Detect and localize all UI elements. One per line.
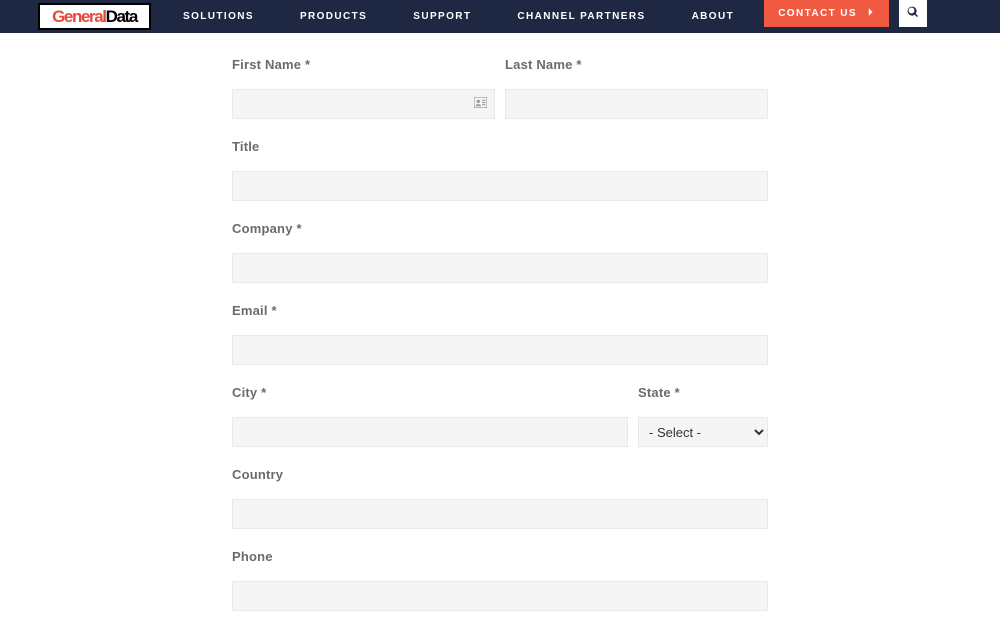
nav-products[interactable]: PRODUCTS <box>300 11 367 22</box>
form: First Name * Last Name * Title Company *… <box>230 57 770 611</box>
first-name-label: First Name * <box>232 57 495 72</box>
last-name-label: Last Name * <box>505 57 768 72</box>
search-icon <box>907 5 919 23</box>
email-group: Email * <box>232 303 768 365</box>
first-name-group: First Name * <box>232 57 495 119</box>
last-name-group: Last Name * <box>505 57 768 119</box>
logo-part2: Data <box>106 8 137 25</box>
company-group: Company * <box>232 221 768 283</box>
state-group: State * - Select - <box>638 385 768 447</box>
phone-label: Phone <box>232 549 768 564</box>
nav-about[interactable]: ABOUT <box>692 11 735 22</box>
last-name-input[interactable] <box>505 89 768 119</box>
country-input[interactable] <box>232 499 768 529</box>
city-group: City * <box>232 385 628 447</box>
contact-us-label: CONTACT US <box>778 8 857 19</box>
email-label: Email * <box>232 303 768 318</box>
email-input[interactable] <box>232 335 768 365</box>
nav-support[interactable]: SUPPORT <box>413 11 471 22</box>
search-button[interactable] <box>899 0 927 27</box>
logo[interactable]: GeneralData <box>38 3 151 30</box>
nav-links: SOLUTIONS PRODUCTS SUPPORT CHANNEL PARTN… <box>183 11 734 22</box>
arrow-right-icon <box>865 7 875 20</box>
nav-solutions[interactable]: SOLUTIONS <box>183 11 254 22</box>
phone-input[interactable] <box>232 581 768 611</box>
state-label: State * <box>638 385 768 400</box>
city-input[interactable] <box>232 417 628 447</box>
company-input[interactable] <box>232 253 768 283</box>
country-label: Country <box>232 467 768 482</box>
contact-us-button[interactable]: CONTACT US <box>764 0 889 27</box>
city-label: City * <box>232 385 628 400</box>
company-label: Company * <box>232 221 768 236</box>
nav-channel-partners[interactable]: CHANNEL PARTNERS <box>517 11 645 22</box>
logo-part1: General <box>52 8 106 25</box>
title-input[interactable] <box>232 171 768 201</box>
phone-group: Phone <box>232 549 768 611</box>
title-group: Title <box>232 139 768 201</box>
first-name-input[interactable] <box>232 89 495 119</box>
navbar: GeneralData SOLUTIONS PRODUCTS SUPPORT C… <box>0 0 1000 33</box>
state-select[interactable]: - Select - <box>638 417 768 447</box>
title-label: Title <box>232 139 768 154</box>
